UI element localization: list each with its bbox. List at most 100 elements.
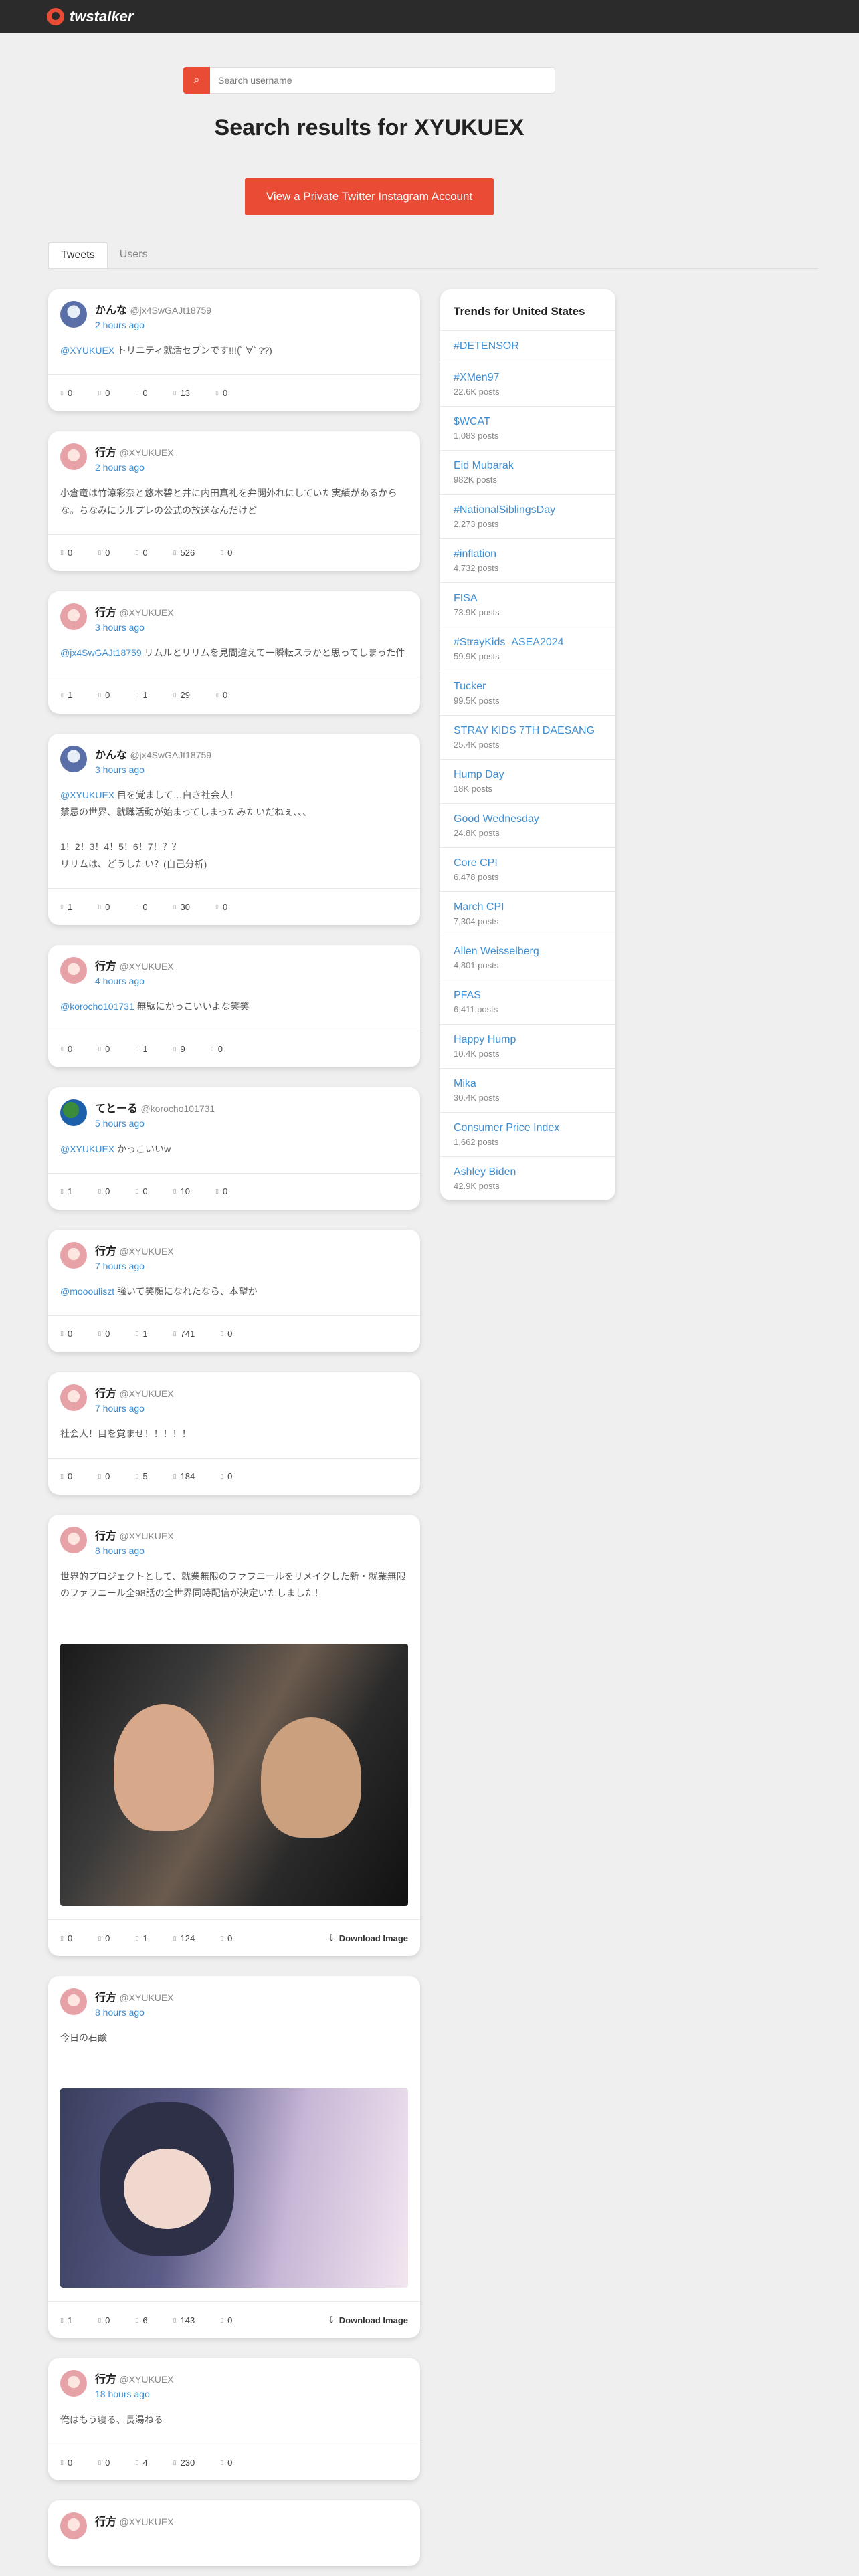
trend-item[interactable]: Hump Day 18K posts [440, 760, 615, 804]
tweet-time[interactable]: 2 hours ago [95, 320, 211, 330]
trend-item[interactable]: Eid Mubarak 982K posts [440, 451, 615, 495]
stat-reply[interactable]: ▯ 0 [60, 388, 72, 398]
stat-reply[interactable]: ▯ 1 [60, 690, 72, 700]
tweet-time[interactable]: 18 hours ago [95, 2389, 174, 2399]
search-button[interactable]: ⌕ [183, 67, 210, 94]
stat-retweet[interactable]: ▯ 0 [98, 1471, 110, 1481]
trend-name[interactable]: Hump Day [454, 769, 602, 781]
trend-name[interactable]: #NationalSiblingsDay [454, 504, 602, 516]
tweet-author-handle[interactable]: @jx4SwGAJt18759 [130, 750, 211, 760]
trend-item[interactable]: March CPI 7,304 posts [440, 892, 615, 936]
tweet-mention[interactable]: @XYUKUEX [60, 1144, 114, 1154]
tweet-author-name[interactable]: 行方 [95, 607, 116, 619]
stat-retweet[interactable]: ▯ 0 [98, 2458, 110, 2468]
tweet-author-name[interactable]: かんな [95, 305, 127, 316]
tweet-author-name[interactable]: 行方 [95, 1246, 116, 1257]
trend-name[interactable]: #XMen97 [454, 372, 602, 384]
stat-like[interactable]: ▯ 1 [135, 1329, 147, 1339]
stat-bookmark[interactable]: ▯ 0 [215, 388, 227, 398]
stat-like[interactable]: ▯ 1 [135, 690, 147, 700]
tweet-author-name[interactable]: 行方 [95, 2374, 116, 2385]
stat-bookmark[interactable]: ▯ 0 [220, 548, 232, 558]
stat-view[interactable]: ▯ 184 [173, 1471, 195, 1481]
tweet-author-handle[interactable]: @XYUKUEX [119, 1246, 173, 1257]
tweet-time[interactable]: 4 hours ago [95, 976, 174, 986]
avatar[interactable] [60, 1526, 87, 1553]
tweet-author-name[interactable]: 行方 [95, 961, 116, 972]
stat-reply[interactable]: ▯ 0 [60, 1329, 72, 1339]
stat-bookmark[interactable]: ▯ 0 [220, 1329, 232, 1339]
trend-item[interactable]: Tucker 99.5K posts [440, 671, 615, 716]
trend-item[interactable]: Allen Weisselberg 4,801 posts [440, 936, 615, 980]
trend-name[interactable]: Allen Weisselberg [454, 946, 602, 958]
trend-item[interactable]: #inflation 4,732 posts [440, 539, 615, 583]
stat-bookmark[interactable]: ▯ 0 [215, 902, 227, 912]
trend-name[interactable]: Happy Hump [454, 1034, 602, 1046]
avatar[interactable] [60, 2370, 87, 2397]
avatar[interactable] [60, 1384, 87, 1411]
tweet-author-handle[interactable]: @XYUKUEX [119, 961, 173, 972]
stat-reply[interactable]: ▯ 0 [60, 1933, 72, 1943]
stat-reply[interactable]: ▯ 1 [60, 2315, 72, 2325]
view-private-account-button[interactable]: View a Private Twitter Instagram Account [244, 178, 494, 215]
avatar[interactable] [60, 745, 87, 772]
trend-name[interactable]: Good Wednesday [454, 813, 602, 825]
tweet-time[interactable]: 7 hours ago [95, 1403, 174, 1414]
stat-view[interactable]: ▯ 124 [173, 1933, 195, 1943]
tweet-author-handle[interactable]: @XYUKUEX [119, 1531, 173, 1541]
trend-item[interactable]: Happy Hump 10.4K posts [440, 1025, 615, 1069]
download-image-button[interactable]: ⇩ Download Image [328, 2315, 408, 2325]
stat-retweet[interactable]: ▯ 0 [98, 1329, 110, 1339]
stat-like[interactable]: ▯ 0 [135, 902, 147, 912]
avatar[interactable] [60, 957, 87, 984]
stat-bookmark[interactable]: ▯ 0 [215, 690, 227, 700]
stat-retweet[interactable]: ▯ 0 [98, 1044, 110, 1054]
trend-item[interactable]: PFAS 6,411 posts [440, 980, 615, 1025]
tweet-author-handle[interactable]: @XYUKUEX [119, 1992, 173, 2003]
stat-view[interactable]: ▯ 230 [173, 2458, 195, 2468]
download-image-button[interactable]: ⇩ Download Image [328, 1933, 408, 1943]
avatar[interactable] [60, 2512, 87, 2540]
trend-item[interactable]: Mika 30.4K posts [440, 1069, 615, 1113]
avatar[interactable] [60, 443, 87, 470]
stat-like[interactable]: ▯ 0 [135, 1186, 147, 1196]
trend-name[interactable]: Tucker [454, 681, 602, 693]
stat-reply[interactable]: ▯ 0 [60, 548, 72, 558]
stat-retweet[interactable]: ▯ 0 [98, 388, 110, 398]
tweet-time[interactable]: 8 hours ago [95, 2007, 174, 2018]
tweet-author-name[interactable]: 行方 [95, 1992, 116, 2004]
tweet-author-handle[interactable]: @XYUKUEX [119, 1388, 173, 1399]
tweet-author-handle[interactable]: @jx4SwGAJt18759 [130, 305, 211, 316]
avatar[interactable] [60, 301, 87, 328]
stat-retweet[interactable]: ▯ 0 [98, 2315, 110, 2325]
tweet-image[interactable] [60, 2088, 408, 2288]
tweet-image[interactable] [60, 1644, 408, 1907]
tweet-time[interactable]: 7 hours ago [95, 1261, 174, 1271]
trend-name[interactable]: Ashley Biden [454, 1166, 602, 1178]
stat-bookmark[interactable]: ▯ 0 [220, 1933, 232, 1943]
trend-item[interactable]: FISA 73.9K posts [440, 583, 615, 627]
tweet-author-name[interactable]: 行方 [95, 447, 116, 459]
tweet-author-handle[interactable]: @XYUKUEX [119, 2374, 173, 2385]
tweet-author-name[interactable]: 行方 [95, 1388, 116, 1400]
stat-like[interactable]: ▯ 6 [135, 2315, 147, 2325]
tweet-author-handle[interactable]: @XYUKUEX [119, 447, 173, 458]
trend-name[interactable]: Consumer Price Index [454, 1122, 602, 1134]
tab-users[interactable]: Users [108, 242, 160, 268]
stat-reply[interactable]: ▯ 0 [60, 2458, 72, 2468]
trend-name[interactable]: #StrayKids_ASEA2024 [454, 637, 602, 649]
tweet-time[interactable]: 5 hours ago [95, 1118, 215, 1129]
trend-name[interactable]: Mika [454, 1078, 602, 1090]
stat-view[interactable]: ▯ 143 [173, 2315, 195, 2325]
trend-name[interactable]: Eid Mubarak [454, 460, 602, 472]
tweet-author-handle[interactable]: @korocho101731 [140, 1103, 215, 1114]
trend-item[interactable]: #NationalSiblingsDay 2,273 posts [440, 495, 615, 539]
search-input[interactable] [210, 67, 555, 94]
stat-like[interactable]: ▯ 1 [135, 1044, 147, 1054]
stat-retweet[interactable]: ▯ 0 [98, 902, 110, 912]
stat-view[interactable]: ▯ 13 [173, 388, 190, 398]
tweet-author-handle[interactable]: @XYUKUEX [119, 2516, 173, 2527]
tweet-time[interactable]: 3 hours ago [95, 764, 211, 775]
stat-like[interactable]: ▯ 0 [135, 548, 147, 558]
stat-reply[interactable]: ▯ 1 [60, 1186, 72, 1196]
